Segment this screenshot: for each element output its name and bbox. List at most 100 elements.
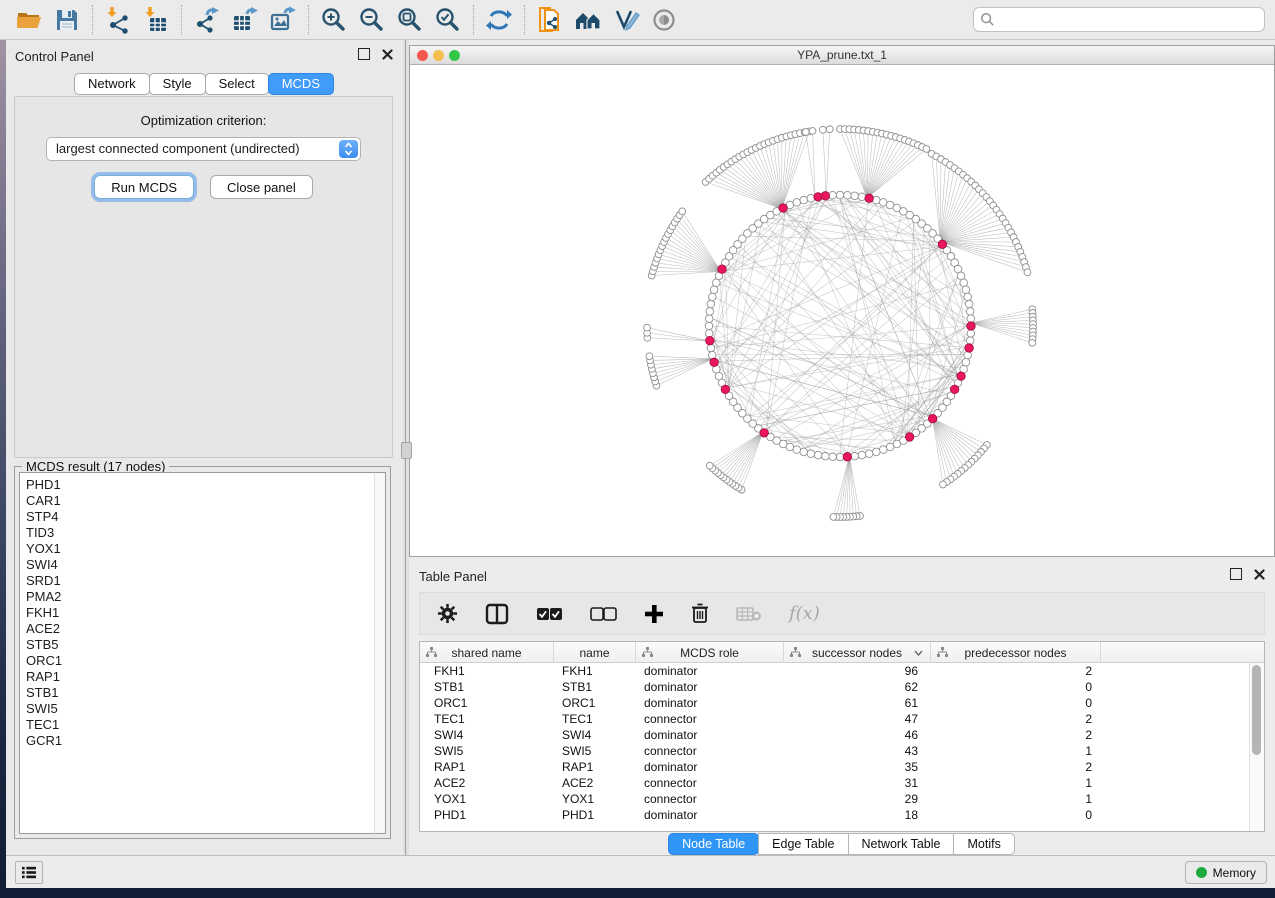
table-row[interactable]: YOX1YOX1connector291 — [420, 791, 1250, 807]
export-table-button[interactable] — [230, 5, 260, 35]
tab-select[interactable]: Select — [205, 73, 269, 95]
mcds-result-item[interactable]: CAR1 — [26, 493, 385, 509]
cell-mcds-role[interactable]: dominator — [636, 807, 784, 823]
cell-mcds-role[interactable]: connector — [636, 711, 784, 727]
table-row[interactable]: STB1STB1dominator620 — [420, 679, 1250, 695]
cell-successor-nodes[interactable]: 31 — [784, 775, 931, 791]
cell-successor-nodes[interactable]: 43 — [784, 743, 931, 759]
refresh-layout-button[interactable] — [484, 5, 514, 35]
import-network-button[interactable] — [103, 5, 133, 35]
tab-node-table[interactable]: Node Table — [668, 833, 759, 855]
cell-mcds-role[interactable]: dominator — [636, 759, 784, 775]
mcds-result-item[interactable]: FKH1 — [26, 605, 385, 621]
table-options-gear-button[interactable] — [437, 603, 458, 624]
cell-successor-nodes[interactable]: 47 — [784, 711, 931, 727]
cell-shared-name[interactable]: ORC1 — [420, 695, 554, 711]
column-header-predecessor-nodes[interactable]: predecessor nodes — [931, 642, 1101, 663]
criterion-dropdown[interactable]: largest connected component (undirected) — [46, 137, 361, 161]
cell-mcds-role[interactable]: dominator — [636, 727, 784, 743]
cell-shared-name[interactable]: ACE2 — [420, 775, 554, 791]
mcds-result-item[interactable]: TEC1 — [26, 717, 385, 733]
network-view-window[interactable]: YPA_prune.txt_1 — [409, 45, 1275, 557]
mcds-result-item[interactable]: SWI4 — [26, 557, 385, 573]
mcds-result-item[interactable]: GCR1 — [26, 733, 385, 749]
cell-predecessor-nodes[interactable]: 1 — [931, 775, 1101, 791]
mcds-result-scrollbar[interactable] — [374, 472, 386, 834]
cell-predecessor-nodes[interactable]: 1 — [931, 791, 1101, 807]
close-table-panel-icon[interactable] — [1254, 569, 1265, 580]
cell-shared-name[interactable]: RAP1 — [420, 759, 554, 775]
delete-column-button[interactable] — [691, 603, 709, 624]
mcds-result-item[interactable]: YOX1 — [26, 541, 385, 557]
zoom-in-button[interactable] — [319, 5, 349, 35]
search-input[interactable] — [995, 12, 1264, 27]
close-panel-button[interactable]: Close panel — [210, 175, 313, 199]
cell-successor-nodes[interactable]: 35 — [784, 759, 931, 775]
table-row[interactable]: SWI4SWI4dominator462 — [420, 727, 1250, 743]
style-vizmapper-button[interactable] — [611, 5, 641, 35]
deselect-all-button[interactable] — [590, 606, 617, 622]
cell-name[interactable]: ORC1 — [554, 695, 636, 711]
table-row[interactable]: SWI5SWI5connector431 — [420, 743, 1250, 759]
add-column-button[interactable] — [644, 604, 664, 624]
cell-predecessor-nodes[interactable]: 1 — [931, 743, 1101, 759]
cell-name[interactable]: YOX1 — [554, 791, 636, 807]
zoom-selected-button[interactable] — [433, 5, 463, 35]
cell-name[interactable]: SWI5 — [554, 743, 636, 759]
tab-network-table[interactable]: Network Table — [848, 833, 955, 855]
mcds-result-list[interactable]: PHD1CAR1STP4TID3YOX1SWI4SRD1PMA2FKH1ACE2… — [19, 472, 386, 834]
column-header-shared-name[interactable]: shared name — [420, 642, 554, 663]
table-row[interactable]: PHD1PHD1dominator180 — [420, 807, 1250, 823]
cell-name[interactable]: PHD1 — [554, 807, 636, 823]
cell-shared-name[interactable]: TEC1 — [420, 711, 554, 727]
cell-mcds-role[interactable]: connector — [636, 775, 784, 791]
zoom-out-button[interactable] — [357, 5, 387, 35]
cell-mcds-role[interactable]: dominator — [636, 663, 784, 679]
mcds-result-item[interactable]: PMA2 — [26, 589, 385, 605]
splitter-handle-icon[interactable] — [401, 442, 412, 459]
cell-shared-name[interactable]: FKH1 — [420, 663, 554, 679]
cell-predecessor-nodes[interactable]: 2 — [931, 759, 1101, 775]
show-columns-button[interactable] — [485, 603, 509, 625]
cell-name[interactable]: RAP1 — [554, 759, 636, 775]
export-network-button[interactable] — [192, 5, 222, 35]
search-box[interactable] — [973, 7, 1265, 32]
mcds-result-item[interactable]: STP4 — [26, 509, 385, 525]
mcds-result-item[interactable]: RAP1 — [26, 669, 385, 685]
float-panel-icon[interactable] — [358, 48, 370, 60]
network-window-titlebar[interactable]: YPA_prune.txt_1 — [410, 46, 1274, 65]
cell-successor-nodes[interactable]: 29 — [784, 791, 931, 807]
table-row[interactable]: ACE2ACE2connector311 — [420, 775, 1250, 791]
mcds-result-item[interactable]: SWI5 — [26, 701, 385, 717]
tab-network[interactable]: Network — [74, 73, 150, 95]
cell-shared-name[interactable]: PHD1 — [420, 807, 554, 823]
share-document-button[interactable] — [535, 5, 565, 35]
function-builder-button[interactable]: f(x) — [789, 603, 820, 624]
mcds-result-item[interactable]: STB5 — [26, 637, 385, 653]
open-session-button[interactable] — [14, 5, 44, 35]
cell-successor-nodes[interactable]: 96 — [784, 663, 931, 679]
cell-successor-nodes[interactable]: 61 — [784, 695, 931, 711]
node-table[interactable]: shared namenameMCDS rolesuccessor nodesp… — [419, 641, 1265, 832]
mcds-result-item[interactable]: ORC1 — [26, 653, 385, 669]
cell-name[interactable]: STB1 — [554, 679, 636, 695]
cell-name[interactable]: ACE2 — [554, 775, 636, 791]
cell-successor-nodes[interactable]: 62 — [784, 679, 931, 695]
cell-predecessor-nodes[interactable]: 0 — [931, 807, 1101, 823]
scrollbar-thumb[interactable] — [1252, 665, 1261, 755]
run-mcds-button[interactable]: Run MCDS — [94, 175, 194, 199]
tab-style[interactable]: Style — [149, 73, 206, 95]
cell-shared-name[interactable]: SWI4 — [420, 727, 554, 743]
table-row[interactable]: FKH1FKH1dominator962 — [420, 663, 1250, 679]
table-row[interactable]: ORC1ORC1dominator610 — [420, 695, 1250, 711]
table-row[interactable]: RAP1RAP1dominator352 — [420, 759, 1250, 775]
cell-predecessor-nodes[interactable]: 2 — [931, 727, 1101, 743]
cell-name[interactable]: SWI4 — [554, 727, 636, 743]
save-session-button[interactable] — [52, 5, 82, 35]
cell-shared-name[interactable]: YOX1 — [420, 791, 554, 807]
mcds-result-item[interactable]: PHD1 — [26, 477, 385, 493]
float-table-panel-icon[interactable] — [1230, 568, 1242, 580]
cell-predecessor-nodes[interactable]: 0 — [931, 679, 1101, 695]
table-row[interactable]: TEC1TEC1connector472 — [420, 711, 1250, 727]
tab-motifs[interactable]: Motifs — [953, 833, 1014, 855]
